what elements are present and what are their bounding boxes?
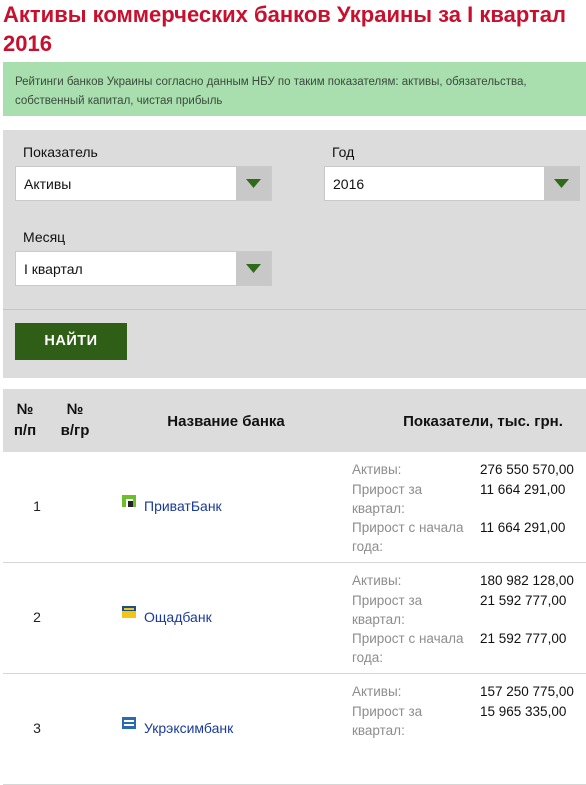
privatbank-logo-icon <box>122 495 136 507</box>
bank-link[interactable]: Ощадбанк <box>144 609 212 625</box>
metric-label: Прирост с начала года: <box>352 631 464 665</box>
metric-label: Прирост за квартал: <box>352 704 423 738</box>
metric-label: Активы: <box>352 684 402 699</box>
indicator-value: Активы <box>24 176 72 192</box>
chevron-down-icon[interactable] <box>236 252 271 285</box>
row-number: 1 <box>33 498 41 514</box>
metric-value: 21 592 777,00 <box>480 593 567 608</box>
chevron-down-icon[interactable] <box>544 167 579 200</box>
column-header-bank: Название банка <box>167 413 285 430</box>
year-label: Год <box>332 144 355 160</box>
metric-label: Прирост за квартал: <box>352 593 423 627</box>
metric-label: Прирост с начала года: <box>352 520 464 554</box>
page-title: Активы коммерческих банков Украины за I … <box>3 2 566 85</box>
table-header: № п/п № в/гр Название банка Показатели, … <box>3 389 586 452</box>
column-header-num: № п/п <box>13 401 37 439</box>
metric-value: 11 664 291,00 <box>480 520 566 535</box>
metric-label: Активы: <box>352 462 402 477</box>
metric-value: 15 965 335,00 <box>480 704 567 719</box>
column-header-num-group: № в/гр <box>60 401 90 439</box>
table-row: 3 Укрэксимбанк Активы: 157 250 775,00 Пр… <box>3 674 586 785</box>
info-banner: Рейтинги банков Украины согласно данным … <box>3 62 586 116</box>
find-button[interactable]: НАЙТИ <box>15 323 127 360</box>
chevron-down-icon[interactable] <box>236 167 271 200</box>
row-number: 3 <box>33 720 41 736</box>
month-label: Месяц <box>23 229 66 245</box>
month-value: I квартал <box>24 261 83 277</box>
table-row: 1 ПриватБанк Активы: 276 550 570,00 Прир… <box>3 452 586 563</box>
column-header-indicators: Показатели, тыс. грн. <box>403 413 563 430</box>
year-select[interactable]: 2016 <box>324 166 580 201</box>
row-number: 2 <box>33 609 41 625</box>
year-value: 2016 <box>333 176 365 192</box>
indicator-select[interactable]: Активы <box>15 166 272 201</box>
bank-link[interactable]: ПриватБанк <box>144 498 222 514</box>
metric-label: Активы: <box>352 573 402 588</box>
table-row: 2 Ощадбанк Активы: 180 982 128,00 Прирос… <box>3 563 586 674</box>
bank-link[interactable]: Укрэксимбанк <box>144 720 233 736</box>
ukreximbank-logo-icon <box>122 717 136 729</box>
metric-label: Прирост за квартал: <box>352 482 423 516</box>
metric-value: 276 550 570,00 <box>480 462 574 477</box>
indicator-label: Показатель <box>23 144 98 160</box>
oschadbank-logo-icon <box>122 606 136 618</box>
metric-value: 157 250 775,00 <box>480 684 574 699</box>
month-select[interactable]: I квартал <box>15 251 272 286</box>
divider <box>3 309 586 310</box>
filter-panel: Показатель Активы Год 2016 Месяц I кварт… <box>3 130 586 378</box>
metric-value: 21 592 777,00 <box>480 631 567 646</box>
metric-value: 180 982 128,00 <box>480 573 574 588</box>
metric-value: 11 664 291,00 <box>480 482 566 497</box>
